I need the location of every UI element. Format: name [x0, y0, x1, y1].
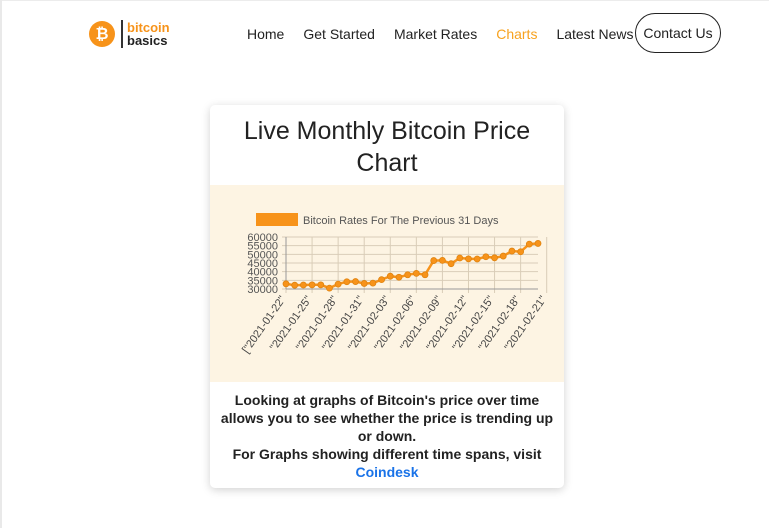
data-point [326, 284, 333, 292]
data-point [439, 257, 446, 264]
data-point [360, 280, 368, 287]
data-point [412, 270, 420, 277]
visit-text: For Graphs showing different time spans,… [232, 446, 542, 462]
chart-card: Live Monthly Bitcoin Price Chart Bitcoin… [210, 105, 564, 488]
nav-get-started[interactable]: Get Started [303, 26, 375, 42]
legend-label: Bitcoin Rates For The Previous 31 Days [303, 215, 499, 227]
card-description: Looking at graphs of Bitcoin's price ove… [220, 392, 554, 444]
logo-line-2: basics [127, 33, 168, 48]
card-title: Live Monthly Bitcoin Price Chart [243, 117, 531, 177]
y-tick-label: 30000 [247, 284, 278, 296]
data-point [508, 247, 516, 255]
data-point [421, 271, 429, 279]
bitcoin-icon: ₿ [89, 21, 115, 47]
data-point [334, 280, 342, 288]
main-nav: Home Get Started Market Rates Charts Lat… [247, 14, 652, 54]
data-point [456, 254, 464, 262]
nav-home[interactable]: Home [247, 26, 284, 42]
data-point [369, 279, 377, 287]
nav-market-rates[interactable]: Market Rates [394, 26, 477, 42]
contact-us-button[interactable]: Contact Us [635, 13, 721, 53]
data-point [404, 271, 412, 279]
data-point [299, 281, 307, 289]
data-point [317, 281, 325, 289]
nav-charts[interactable]: Charts [496, 26, 537, 42]
data-point [308, 281, 316, 289]
chart-area: Bitcoin Rates For The Previous 31 Days 60… [210, 185, 564, 382]
series-line [285, 242, 539, 290]
card-description-block: Looking at graphs of Bitcoin's price ove… [210, 391, 564, 481]
data-point [291, 281, 299, 289]
data-point [499, 252, 507, 260]
data-point [473, 255, 481, 263]
price-chart: Bitcoin Rates For The Previous 31 Days60… [240, 213, 549, 356]
data-point [343, 278, 351, 286]
window-left-border [0, 0, 2, 528]
data-point [378, 276, 385, 284]
data-point [517, 248, 525, 256]
data-point [525, 240, 533, 248]
data-point [447, 260, 455, 268]
logo-divider [121, 20, 123, 48]
coindesk-link[interactable]: Coindesk [210, 463, 564, 481]
nav-latest-news[interactable]: Latest News [556, 26, 633, 42]
legend-swatch [256, 213, 298, 226]
data-point [282, 280, 290, 288]
data-point [395, 273, 403, 281]
window-top-border [0, 0, 769, 1]
logo-text: bitcoin basics [127, 21, 170, 47]
data-point [352, 278, 359, 285]
data-point [386, 272, 394, 280]
data-point [465, 255, 472, 263]
site-logo[interactable]: ₿ bitcoin basics [89, 20, 170, 48]
data-point [430, 257, 438, 264]
data-point [534, 240, 542, 247]
data-point [491, 254, 498, 262]
data-point [482, 253, 490, 261]
